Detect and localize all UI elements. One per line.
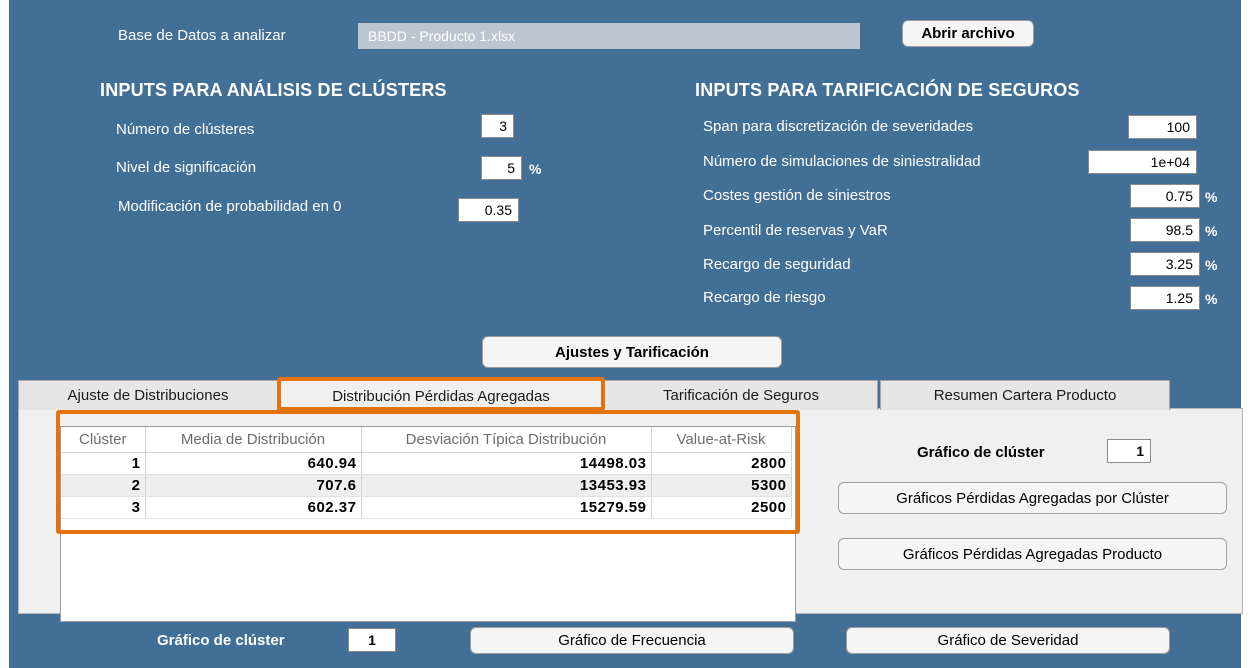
aggregate-losses-product-button[interactable]: Gráficos Pérdidas Agregadas Producto (838, 538, 1227, 570)
percentile-input[interactable]: 98.5 (1130, 218, 1200, 242)
risk-loading-label: Recargo de riesgo (703, 289, 826, 306)
percentile-unit: % (1205, 223, 1218, 239)
cell-std: 15279.59 (361, 496, 652, 519)
cluster-inputs-title: INPUTS PARA ANÁLISIS DE CLÚSTERS (100, 80, 447, 100)
safety-loading-input[interactable]: 3.25 (1130, 252, 1200, 276)
safety-loading-unit: % (1205, 257, 1218, 273)
cell-std: 14498.03 (361, 452, 652, 475)
tab-aggregate-losses[interactable]: Distribución Pérdidas Agregadas (280, 380, 602, 411)
risk-loading-unit: % (1205, 291, 1218, 307)
pricing-inputs-title: INPUTS PARA TARIFICACIÓN DE SEGUROS (695, 80, 1080, 100)
table-row[interactable]: 1 640.94 14498.03 2800 (61, 452, 792, 475)
column-header-cluster[interactable]: Clúster (61, 427, 146, 453)
num-clusters-input[interactable]: 3 (481, 114, 514, 138)
cell-std: 13453.93 (361, 474, 652, 497)
significance-label: Nivel de significación (116, 159, 257, 176)
simulations-label: Número de simulaciones de siniestralidad (703, 153, 981, 170)
panel-graph-cluster-label: Gráfico de clúster (917, 444, 1045, 461)
tab-distribution-fit[interactable]: Ajuste de Distribuciones (18, 380, 278, 410)
cell-cluster: 3 (61, 496, 146, 519)
cell-cluster: 2 (61, 474, 146, 497)
prob-zero-input[interactable]: 0.35 (458, 198, 519, 222)
bottom-graph-cluster-input[interactable]: 1 (348, 628, 396, 652)
significance-input[interactable]: 5 (481, 156, 522, 180)
cell-var: 2500 (651, 496, 792, 519)
cell-var: 5300 (651, 474, 792, 497)
simulations-input[interactable]: 1e+04 (1088, 150, 1197, 174)
claims-costs-label: Costes gestión de siniestros (703, 187, 891, 204)
claims-costs-unit: % (1205, 189, 1218, 205)
frequency-graph-button[interactable]: Gráfico de Frecuencia (470, 627, 794, 654)
risk-loading-input[interactable]: 1.25 (1130, 286, 1200, 310)
cell-mean: 640.94 (145, 452, 362, 475)
database-label: Base de Datos a analizar (118, 27, 286, 44)
bottom-graph-cluster-label: Gráfico de clúster (157, 632, 285, 649)
aggregate-losses-by-cluster-button[interactable]: Gráficos Pérdidas Agregadas por Clúster (838, 482, 1227, 514)
table-row[interactable]: 2 707.6 13453.93 5300 (61, 474, 792, 497)
severity-graph-button[interactable]: Gráfico de Severidad (846, 627, 1170, 654)
cell-mean: 707.6 (145, 474, 362, 497)
span-label: Span para discretización de severidades (703, 118, 974, 135)
span-input[interactable]: 100 (1128, 115, 1197, 139)
tab-insurance-pricing[interactable]: Tarificación de Seguros (604, 380, 878, 410)
cell-mean: 602.37 (145, 496, 362, 519)
claims-costs-input[interactable]: 0.75 (1130, 184, 1200, 208)
tab-portfolio-summary[interactable]: Resumen Cartera Producto (880, 380, 1170, 410)
percentile-label: Percentil de reservas y VaR (703, 222, 888, 239)
significance-unit: % (529, 161, 542, 177)
adjust-and-price-button[interactable]: Ajustes y Tarificación (482, 336, 782, 368)
cell-cluster: 1 (61, 452, 146, 475)
database-file-field[interactable]: BBDD - Producto 1.xlsx (358, 23, 860, 49)
safety-loading-label: Recargo de seguridad (703, 256, 851, 273)
column-header-var[interactable]: Value-at-Risk (651, 427, 792, 453)
results-table-box[interactable]: Clúster Media de Distribución Desviación… (60, 426, 796, 622)
column-header-mean[interactable]: Media de Distribución (145, 427, 362, 453)
prob-zero-label: Modificación de probabilidad en 0 (118, 198, 342, 215)
column-header-std[interactable]: Desviación Típica Distribución (361, 427, 652, 453)
results-table: Clúster Media de Distribución Desviación… (61, 427, 792, 519)
table-row[interactable]: 3 602.37 15279.59 2500 (61, 496, 792, 519)
panel-graph-cluster-input[interactable]: 1 (1107, 439, 1151, 463)
cell-var: 2800 (651, 452, 792, 475)
num-clusters-label: Número de clústeres (116, 121, 255, 138)
open-file-button[interactable]: Abrir archivo (902, 20, 1034, 47)
